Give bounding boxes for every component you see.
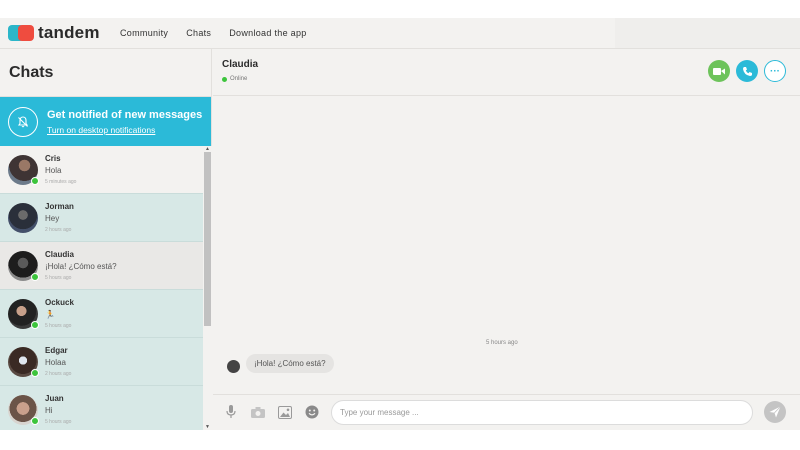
- chat-item-cris[interactable]: Cris Hola 5 minutes ago: [0, 146, 203, 194]
- message-area: 5 hours ago ¡Hola! ¿Cómo está?: [213, 97, 800, 394]
- chat-list-scrollbar[interactable]: ▲ ▼: [203, 146, 212, 430]
- online-indicator: [31, 321, 39, 329]
- online-indicator: [31, 177, 39, 185]
- microphone-icon: [226, 405, 236, 418]
- conversation-header: Claudia Online ···: [213, 49, 800, 96]
- chat-list: Cris Hola 5 minutes ago Jorman Hey 2 hou…: [0, 146, 212, 430]
- scrollbar-thumb[interactable]: [204, 152, 211, 326]
- online-indicator: [31, 369, 39, 377]
- more-options-button[interactable]: ···: [764, 60, 786, 82]
- microphone-button[interactable]: [223, 404, 239, 420]
- chat-name: Edgar: [45, 346, 68, 355]
- image-icon: [278, 405, 292, 419]
- chat-last-message: 🏃: [45, 310, 55, 319]
- message-bubble[interactable]: ¡Hola! ¿Cómo está?: [246, 354, 334, 373]
- chat-name: Jorman: [45, 202, 74, 211]
- nav-link-chats[interactable]: Chats: [186, 28, 211, 38]
- status-text: Online: [230, 76, 248, 82]
- tandem-logo[interactable]: tandem: [8, 23, 102, 43]
- chat-item-claudia[interactable]: Claudia ¡Hola! ¿Cómo está? 5 hours ago: [0, 242, 203, 290]
- date-separator: 5 hours ago: [486, 340, 518, 346]
- chat-item-edgar[interactable]: Edgar Holaa 2 hours ago: [0, 338, 203, 386]
- chat-time: 5 hours ago: [45, 323, 72, 329]
- nav-link-community[interactable]: Community: [120, 28, 168, 38]
- notification-banner[interactable]: Get notified of new messages Turn on des…: [0, 97, 211, 146]
- chat-last-message: Hey: [45, 214, 60, 223]
- chat-item-jorman[interactable]: Jorman Hey 2 hours ago: [0, 194, 203, 242]
- chat-time: 5 hours ago: [45, 275, 72, 281]
- chat-name: Ockuck: [45, 298, 74, 307]
- send-button[interactable]: [764, 401, 786, 423]
- more-options-icon: ···: [770, 65, 780, 77]
- top-nav: tandem Community Chats Download the app: [0, 18, 800, 49]
- enable-notifications-link[interactable]: Turn on desktop notifications: [47, 125, 202, 135]
- scroll-down-arrow-icon[interactable]: ▼: [205, 424, 210, 430]
- notification-title: Get notified of new messages: [47, 108, 203, 121]
- video-camera-icon: [713, 67, 725, 75]
- bell-off-icon: [8, 106, 38, 137]
- chat-name: Juan: [45, 394, 64, 403]
- contact-name[interactable]: Claudia: [222, 59, 258, 70]
- avatar: [8, 203, 38, 233]
- conversation-pane: Claudia Online ··· 5 hours ago ¡Hola! ¿C…: [213, 49, 800, 430]
- chat-item-juan[interactable]: Juan Hi 5 hours ago: [0, 386, 203, 430]
- app-window: tandem Community Chats Download the app …: [0, 18, 800, 430]
- chat-time: 2 hours ago: [45, 227, 72, 233]
- sidebar-title: Chats: [9, 63, 54, 81]
- chat-item-ockuck[interactable]: Ockuck 🏃 5 hours ago: [0, 290, 203, 338]
- gallery-button[interactable]: [277, 404, 293, 420]
- message-row: ¡Hola! ¿Cómo está?: [227, 354, 334, 373]
- chat-name: Cris: [45, 154, 61, 163]
- logo-mark: [8, 25, 35, 41]
- chat-name: Claudia: [45, 250, 74, 259]
- emoji-button[interactable]: [304, 404, 320, 420]
- brand-name: tandem: [38, 23, 100, 42]
- chat-time: 2 hours ago: [45, 371, 72, 377]
- chat-last-message: Holaa: [45, 358, 66, 367]
- message-composer: [213, 394, 800, 430]
- chat-last-message: Hola: [45, 166, 62, 175]
- camera-button[interactable]: [250, 404, 266, 420]
- sender-avatar: [227, 360, 240, 373]
- phone-icon: [742, 66, 752, 76]
- camera-icon: [251, 406, 265, 418]
- chat-time: 5 hours ago: [45, 419, 72, 425]
- online-indicator: [31, 417, 39, 425]
- online-dot: [222, 76, 227, 82]
- contact-status: Online: [222, 76, 247, 82]
- chat-time: 5 minutes ago: [45, 179, 77, 185]
- nav-right-area: [615, 18, 800, 48]
- online-indicator: [31, 273, 39, 281]
- nav-link-download[interactable]: Download the app: [229, 28, 306, 38]
- send-icon: [769, 406, 781, 418]
- audio-call-button[interactable]: [736, 60, 758, 82]
- chat-last-message: ¡Hola! ¿Cómo está?: [45, 262, 117, 271]
- emoji-icon: [305, 405, 319, 419]
- chat-last-message: Hi: [45, 406, 53, 415]
- sidebar-header: Chats: [0, 49, 211, 97]
- chats-sidebar: Chats Get notified of new messages Turn …: [0, 49, 212, 430]
- message-input[interactable]: [331, 400, 753, 425]
- video-call-button[interactable]: [708, 60, 730, 82]
